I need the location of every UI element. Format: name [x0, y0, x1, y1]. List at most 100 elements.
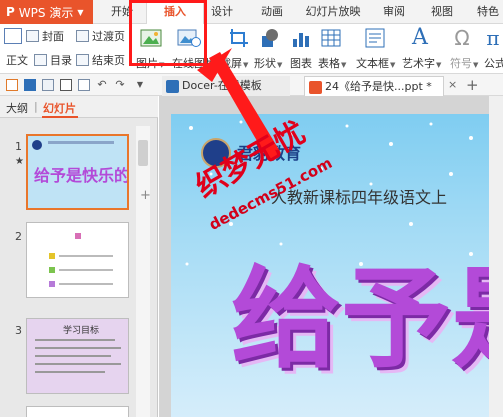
ppt-file-icon [309, 81, 322, 94]
thumb-subtitle-line [48, 141, 114, 144]
online-picture-label: 在线图片 [172, 57, 216, 70]
slide-number-3: 3 [15, 324, 22, 337]
new-tab-icon[interactable]: + [466, 76, 479, 94]
thumb-bullet-icon [75, 233, 81, 239]
transition-page-icon [76, 30, 89, 42]
end-page-icon [76, 54, 89, 66]
tab-insert[interactable]: 插入 [146, 0, 204, 24]
thumb-text-line [35, 363, 121, 365]
ribbon-insert: 封面 过渡页 正文 目录 结束页 图片▼ 在线图片 截屏▼ 形状▼ 图表 表格▼… [0, 24, 503, 74]
thumb-bullet-icon [49, 281, 55, 287]
tab-special[interactable]: 特色 [472, 0, 503, 24]
close-tab-icon[interactable]: × [448, 78, 457, 91]
tab-design[interactable]: 设计 [204, 0, 240, 24]
slide-thumbnail-2[interactable] [26, 222, 129, 298]
docer-icon [166, 80, 179, 93]
wordart-label: 艺术字▼ [402, 57, 442, 70]
redo-icon[interactable]: ↷ [114, 79, 126, 91]
tab-view[interactable]: 视图 [424, 0, 460, 24]
tab-docer-label: Docer-在线模板 [182, 79, 262, 92]
slide-canvas: 君豹教育 人教新课标四年级语文上 给予是快乐的 [159, 96, 503, 417]
thumb-bullet-icon [49, 267, 55, 273]
scroll-thumb[interactable] [138, 140, 148, 166]
new-slide-icon[interactable] [4, 28, 25, 44]
tab-animation[interactable]: 动画 [254, 0, 290, 24]
slide-panel: 大纲 | 幻灯片 1 ★ 给予是快乐的 2 3 学习目标 + [0, 96, 158, 417]
end-page-label: 结束页 [92, 54, 125, 67]
print-icon[interactable] [60, 79, 72, 91]
slide-number-2: 2 [15, 230, 22, 243]
cover-icon [26, 30, 39, 42]
thumb-text-line [35, 339, 115, 341]
panel-tabs: 大纲 | 幻灯片 [0, 96, 158, 118]
tab-current-document[interactable]: 24《给予是快...ppt * [304, 76, 444, 96]
thumb-badge [32, 140, 42, 150]
slide-number-1: 1 [15, 140, 22, 153]
thumb-bullet-icon [49, 253, 55, 259]
panel-tab-separator: | [34, 100, 38, 113]
tab-document-label: 24《给予是快...ppt * [325, 80, 432, 93]
omega-icon: Ω [454, 26, 470, 50]
body-button[interactable]: 正文 [6, 52, 28, 68]
toc-icon [34, 54, 47, 66]
thumb-text-line [59, 269, 113, 271]
symbol-label: 符号▼ [450, 57, 479, 70]
thumb-text-line [35, 355, 111, 357]
toc-button[interactable]: 目录 [34, 52, 72, 68]
body-label: 正文 [6, 54, 28, 67]
screenshot-icon [230, 29, 248, 47]
app-menu-button[interactable]: P WPS 演示 ▼ [0, 0, 93, 24]
chevron-down-icon: ▼ [77, 7, 84, 17]
cover-label: 封面 [42, 30, 64, 43]
quick-access-bar: ↶ ↷ ▼ Docer-在线模板 24《给予是快...ppt * × + [0, 74, 503, 96]
thumb-text-line [35, 347, 121, 349]
online-picture-icon [177, 29, 201, 47]
slide-title: 给予是快乐的 [231, 254, 503, 383]
output-pdf-icon[interactable] [42, 79, 54, 91]
slide-thumbnail-3[interactable]: 学习目标 [26, 318, 129, 394]
formula-label: 公式 [484, 57, 503, 70]
slide-thumbnail-4[interactable] [26, 406, 129, 417]
wordart-icon: A [412, 25, 428, 50]
app-name: WPS 演示 [18, 5, 74, 20]
toc-label: 目录 [50, 54, 72, 67]
add-slide-icon[interactable]: + [140, 188, 151, 203]
undo-icon[interactable]: ↶ [96, 79, 108, 91]
shape-label: 形状▼ [254, 57, 283, 70]
end-page-button[interactable]: 结束页 [76, 52, 125, 68]
shape-icon [262, 29, 278, 47]
pi-icon: π [486, 26, 500, 50]
picture-label: 图片▼ [136, 57, 165, 70]
tab-outline[interactable]: 大纲 [6, 100, 28, 116]
wps-logo-icon: P [6, 5, 15, 19]
table-label: 表格▼ [318, 57, 347, 70]
thumb-title: 给予是快乐的 [34, 166, 129, 185]
thumb3-title: 学习目标 [63, 326, 100, 336]
transition-page-label: 过渡页 [92, 30, 125, 43]
cover-button[interactable]: 封面 [26, 28, 64, 44]
panel-scrollbar[interactable] [136, 126, 150, 417]
slide-thumbnail-1[interactable]: 给予是快乐的 [26, 134, 129, 210]
canvas-scrollbar[interactable] [489, 96, 503, 417]
save-icon[interactable] [24, 79, 36, 91]
active-tab-underline [42, 116, 78, 118]
customize-dropdown-icon[interactable]: ▼ [134, 79, 146, 91]
textbox-icon [365, 28, 385, 48]
thumb-text-line [35, 371, 105, 373]
chart-label: 图表 [290, 57, 312, 70]
screenshot-label: 截屏▼ [220, 57, 249, 70]
chart-icon [293, 33, 309, 47]
star-icon: ★ [15, 156, 24, 167]
tab-home[interactable]: 开始 [104, 0, 140, 24]
tab-docer-templates[interactable]: Docer-在线模板 [162, 76, 290, 96]
thumb-text-line [59, 283, 113, 285]
tab-slides[interactable]: 幻灯片 [43, 100, 76, 116]
tab-review[interactable]: 审阅 [376, 0, 412, 24]
picture-icon [140, 29, 162, 47]
menu-bar: P WPS 演示 ▼ 开始 插入 设计 动画 幻灯片放映 审阅 视图 特色 [0, 0, 503, 24]
thumb-text-line [59, 255, 113, 257]
new-file-icon[interactable] [6, 79, 18, 91]
preview-icon[interactable] [78, 79, 90, 91]
tab-slideshow[interactable]: 幻灯片放映 [300, 0, 366, 24]
transition-page-button[interactable]: 过渡页 [76, 28, 125, 44]
